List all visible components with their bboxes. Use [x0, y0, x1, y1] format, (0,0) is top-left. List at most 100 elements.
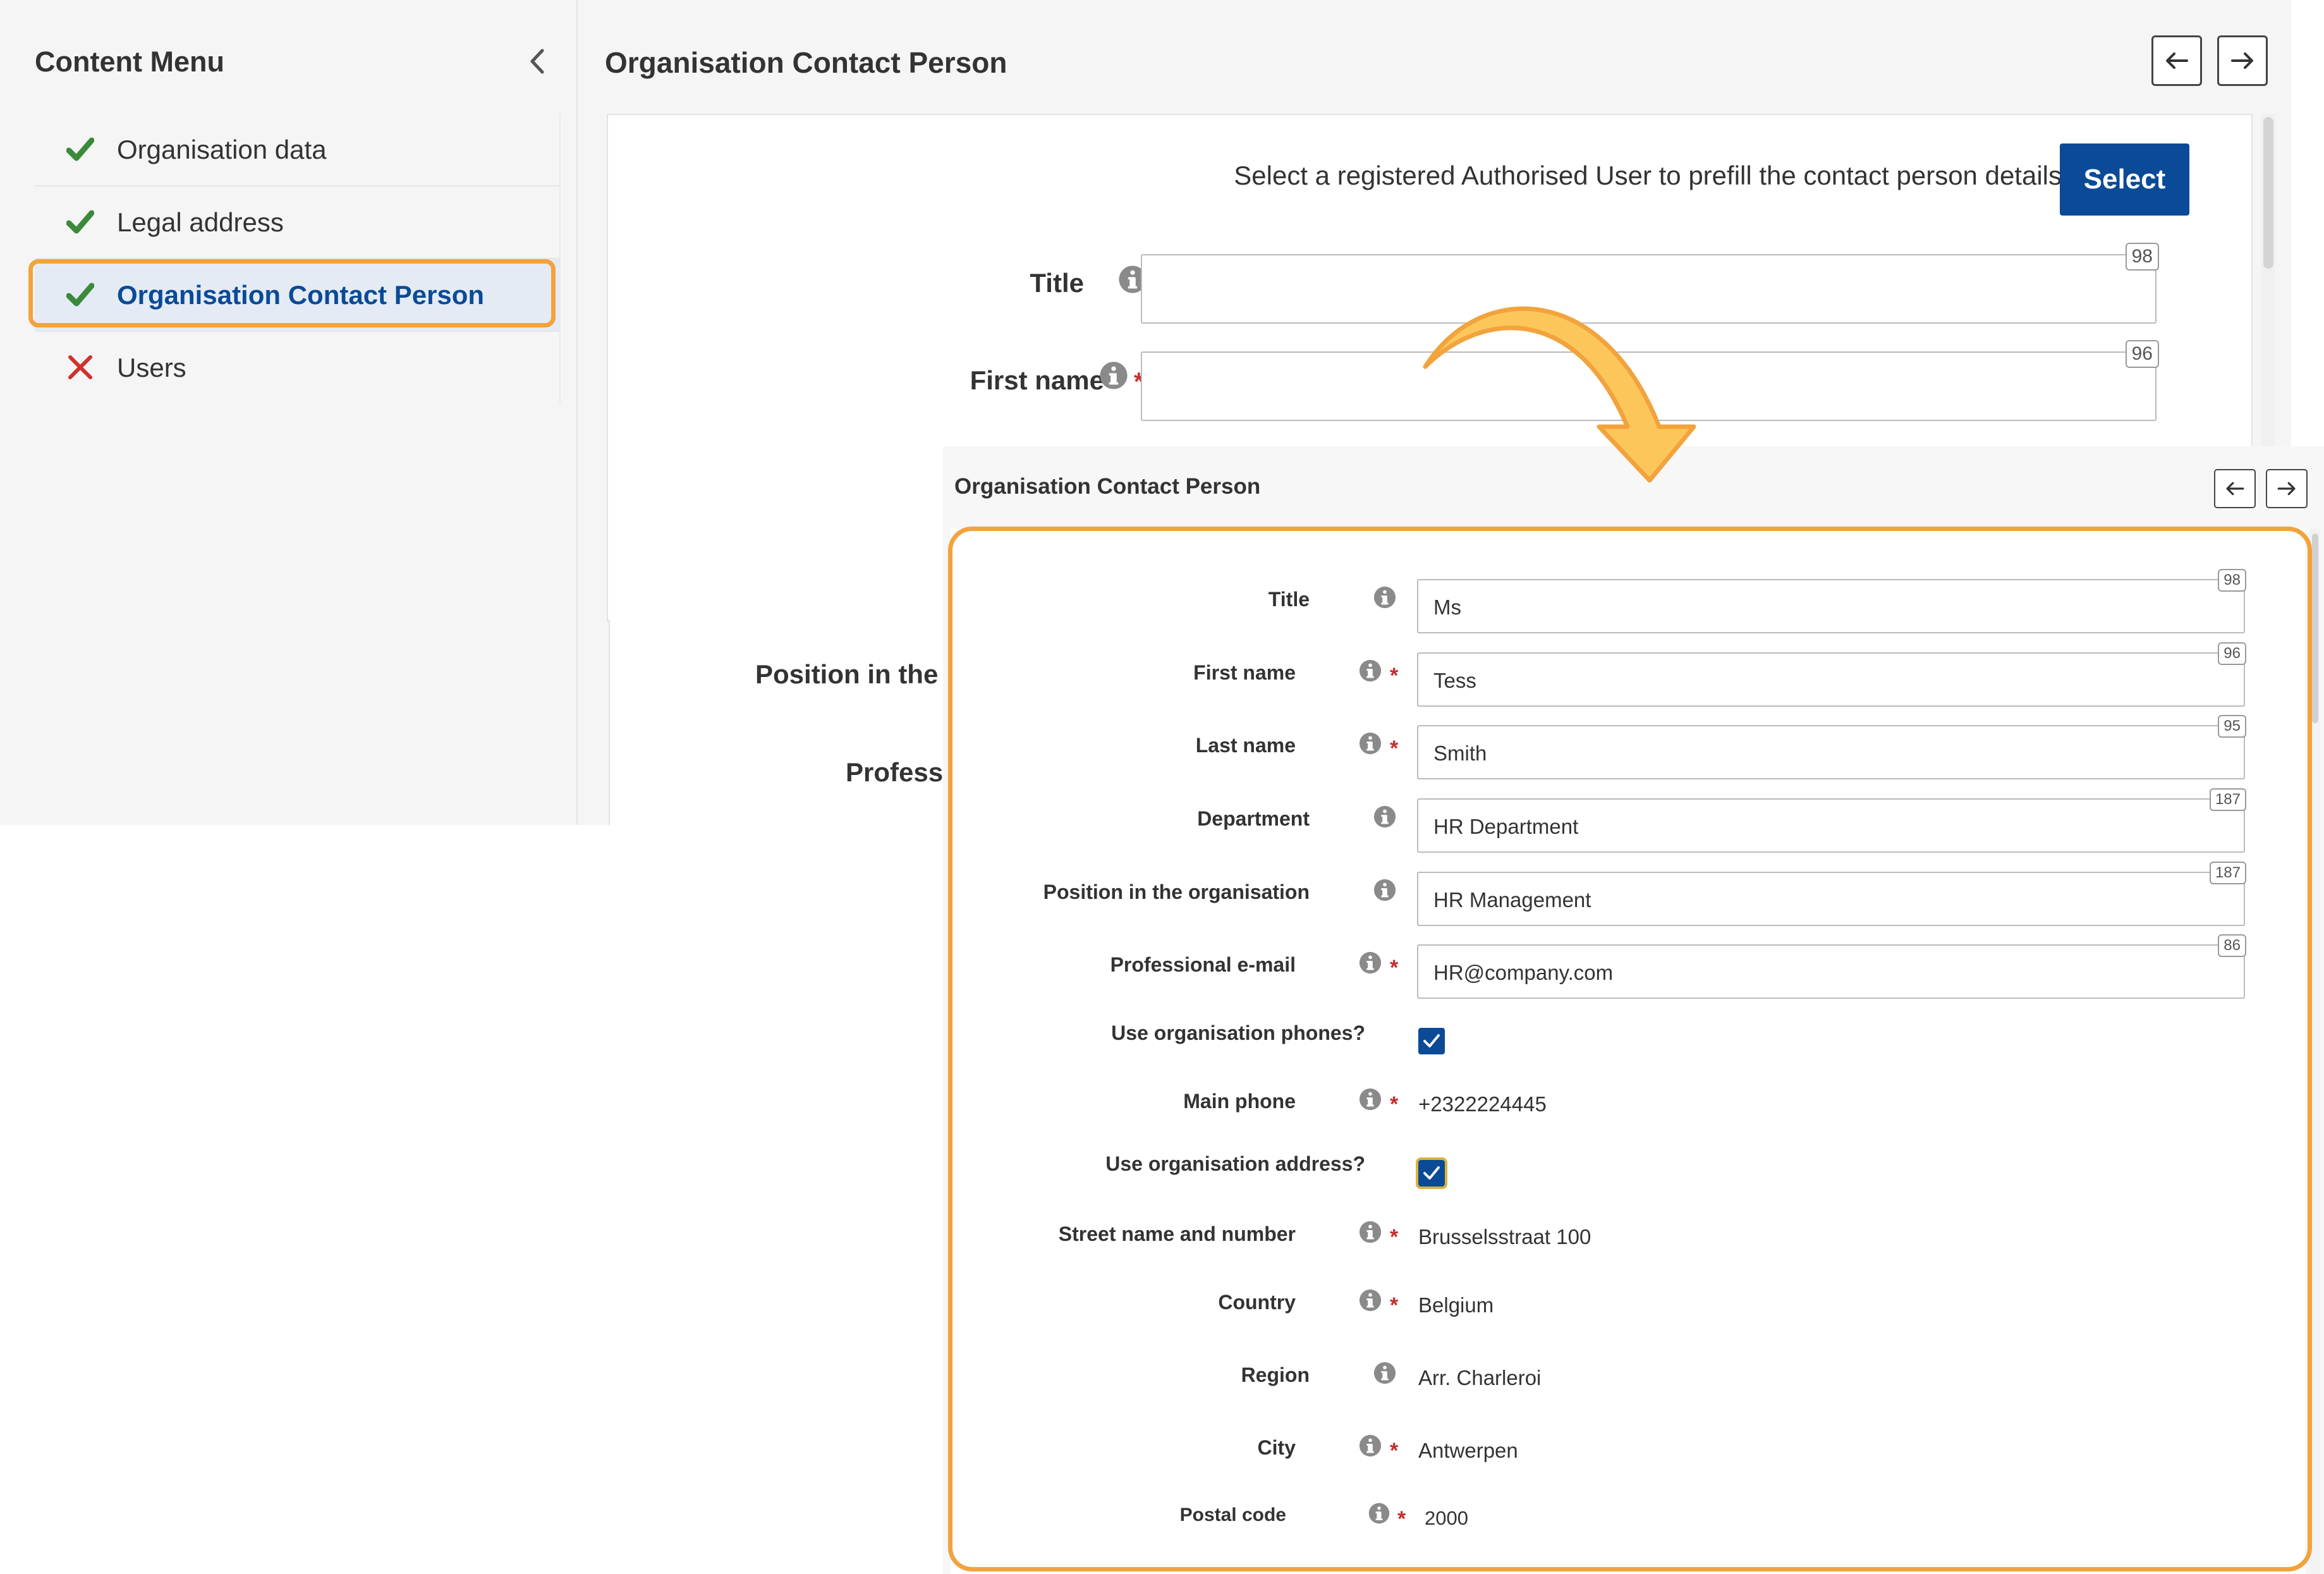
info-icon[interactable]	[1358, 1220, 1382, 1244]
last-name-input[interactable]: Smith 95	[1417, 715, 2246, 779]
info-icon[interactable]	[1358, 1288, 1382, 1312]
form-row-region: Region Arr. Charleroi	[951, 1358, 2305, 1422]
sidebar-item-label: Organisation data	[117, 134, 327, 164]
character-counter: 86	[2218, 934, 2246, 957]
previous-button[interactable]	[2214, 469, 2256, 508]
page-title: Organisation Contact Person	[954, 474, 1261, 499]
content-menu-list: Organisation data Legal address Organisa…	[35, 114, 561, 403]
scrollbar-thumb[interactable]	[2263, 117, 2273, 269]
sidebar-item-label: Organisation Contact Person	[117, 279, 485, 310]
form-row-email: Professional e-mail * HR@company.com 86	[951, 934, 2305, 1008]
info-icon[interactable]	[1373, 1361, 1397, 1385]
main-phone-value: +2322224445	[1418, 1092, 1547, 1116]
sidebar-item-label: Users	[117, 352, 186, 382]
character-counter: 98	[2218, 569, 2246, 592]
form-row-street: Street name and number * Brusselsstraat …	[951, 1217, 2305, 1281]
postal-code-value: 2000	[1425, 1507, 1468, 1529]
required-marker: *	[1390, 1439, 1399, 1463]
info-icon[interactable]	[1358, 1434, 1382, 1458]
required-marker: *	[1390, 1092, 1399, 1116]
form-row-country: Country * Belgium	[951, 1286, 2305, 1349]
country-value: Belgium	[1418, 1293, 1494, 1317]
info-icon[interactable]	[1358, 951, 1382, 975]
first-name-input[interactable]: Tess 96	[1417, 642, 2246, 707]
country-label: Country	[1218, 1291, 1296, 1314]
check-icon	[66, 137, 94, 162]
region-value: Arr. Charleroi	[1418, 1366, 1542, 1389]
prefill-hint: Select a registered Authorised User to p…	[1234, 161, 2062, 190]
curved-arrow-icon	[1409, 303, 1713, 487]
form-row-position: Position in the organisation HR Manageme…	[951, 862, 2305, 935]
required-marker: *	[1390, 1225, 1399, 1249]
position-input[interactable]: HR Management 187	[1417, 862, 2246, 926]
use-org-address-checkbox[interactable]	[1416, 1157, 1447, 1189]
region-label: Region	[1241, 1364, 1310, 1386]
email-label: Professional e-mail	[1110, 953, 1296, 976]
content-menu-title: Content Menu	[35, 46, 224, 78]
back-form-lower: Position in the o Professi	[609, 619, 983, 825]
first-name-value: Tess	[1433, 669, 1476, 692]
department-input[interactable]: HR Department 187	[1417, 788, 2246, 853]
sidebar-item-label: Legal address	[117, 207, 284, 237]
next-button[interactable]	[2217, 35, 2268, 86]
page-title: Organisation Contact Person	[605, 46, 1007, 79]
info-icon[interactable]	[1373, 585, 1397, 609]
required-marker: *	[1390, 1293, 1399, 1317]
arrow-right-icon	[2230, 51, 2255, 70]
info-icon[interactable]	[1373, 805, 1397, 829]
city-label: City	[1257, 1436, 1296, 1459]
use-org-phones-checkbox[interactable]	[1418, 1028, 1445, 1054]
arrow-left-icon	[2164, 51, 2189, 70]
next-button[interactable]	[2266, 469, 2308, 508]
select-button[interactable]: Select	[2060, 143, 2189, 216]
city-value: Antwerpen	[1418, 1439, 1518, 1462]
form-row-department: Department HR Department 187	[951, 788, 2305, 862]
use-org-address-label: Use organisation address?	[1105, 1152, 1365, 1175]
title-input[interactable]: Ms 98	[1417, 569, 2246, 633]
form-row-title: Title Ms 98	[951, 569, 2305, 642]
department-label: Department	[1197, 807, 1310, 830]
info-icon[interactable]	[1358, 731, 1382, 755]
last-name-value: Smith	[1433, 741, 1487, 765]
character-counter: 187	[2209, 862, 2246, 884]
character-counter: 96	[2218, 642, 2246, 665]
email-value: HR@company.com	[1433, 961, 1614, 984]
scrollbar-thumb[interactable]	[2312, 534, 2318, 723]
required-marker: *	[1390, 956, 1399, 980]
use-org-phones-label: Use organisation phones?	[1111, 1022, 1365, 1044]
email-input[interactable]: HR@company.com 86	[1417, 934, 2246, 999]
contact-person-form: Title Ms 98 First name * Tess 96 Last na…	[951, 528, 2305, 1574]
chevron-left-icon[interactable]	[525, 46, 550, 77]
main-phone-label: Main phone	[1183, 1090, 1296, 1113]
last-name-label: Last name	[1195, 734, 1296, 757]
sidebar-item-organisation-data[interactable]: Organisation data	[35, 114, 559, 186]
character-counter: 187	[2209, 788, 2246, 811]
arrow-right-icon	[2277, 481, 2297, 496]
required-marker: *	[1397, 1507, 1406, 1531]
first-name-label: First name	[970, 365, 1104, 395]
check-icon	[66, 209, 94, 235]
title-label: Title	[1030, 268, 1084, 298]
character-counter: 98	[2125, 243, 2159, 271]
check-icon	[66, 282, 94, 307]
info-icon[interactable]	[1358, 659, 1382, 683]
position-label: Position in the organisation	[1043, 881, 1310, 903]
form-row-first-name: First name * Tess 96	[951, 642, 2305, 716]
form-row-city: City * Antwerpen	[951, 1431, 2305, 1494]
previous-button[interactable]	[2151, 35, 2202, 86]
info-icon[interactable]	[1098, 360, 1129, 391]
cross-icon	[66, 355, 94, 380]
info-icon[interactable]	[1368, 1502, 1392, 1526]
sidebar-item-organisation-contact-person[interactable]: Organisation Contact Person	[35, 259, 559, 332]
character-counter: 95	[2218, 715, 2246, 738]
content-menu-sidebar: Content Menu Organisation data Legal add…	[0, 0, 578, 825]
form-row-main-phone: Main phone * +2322224445	[951, 1085, 2305, 1148]
sidebar-item-legal-address[interactable]: Legal address	[35, 186, 559, 259]
info-icon[interactable]	[1373, 878, 1397, 902]
required-marker: *	[1390, 664, 1399, 688]
first-name-label: First name	[1193, 661, 1296, 684]
sidebar-item-users[interactable]: Users	[35, 332, 559, 403]
required-marker: *	[1390, 736, 1399, 760]
postal-code-label: Postal code	[1179, 1504, 1286, 1525]
info-icon[interactable]	[1358, 1087, 1382, 1111]
